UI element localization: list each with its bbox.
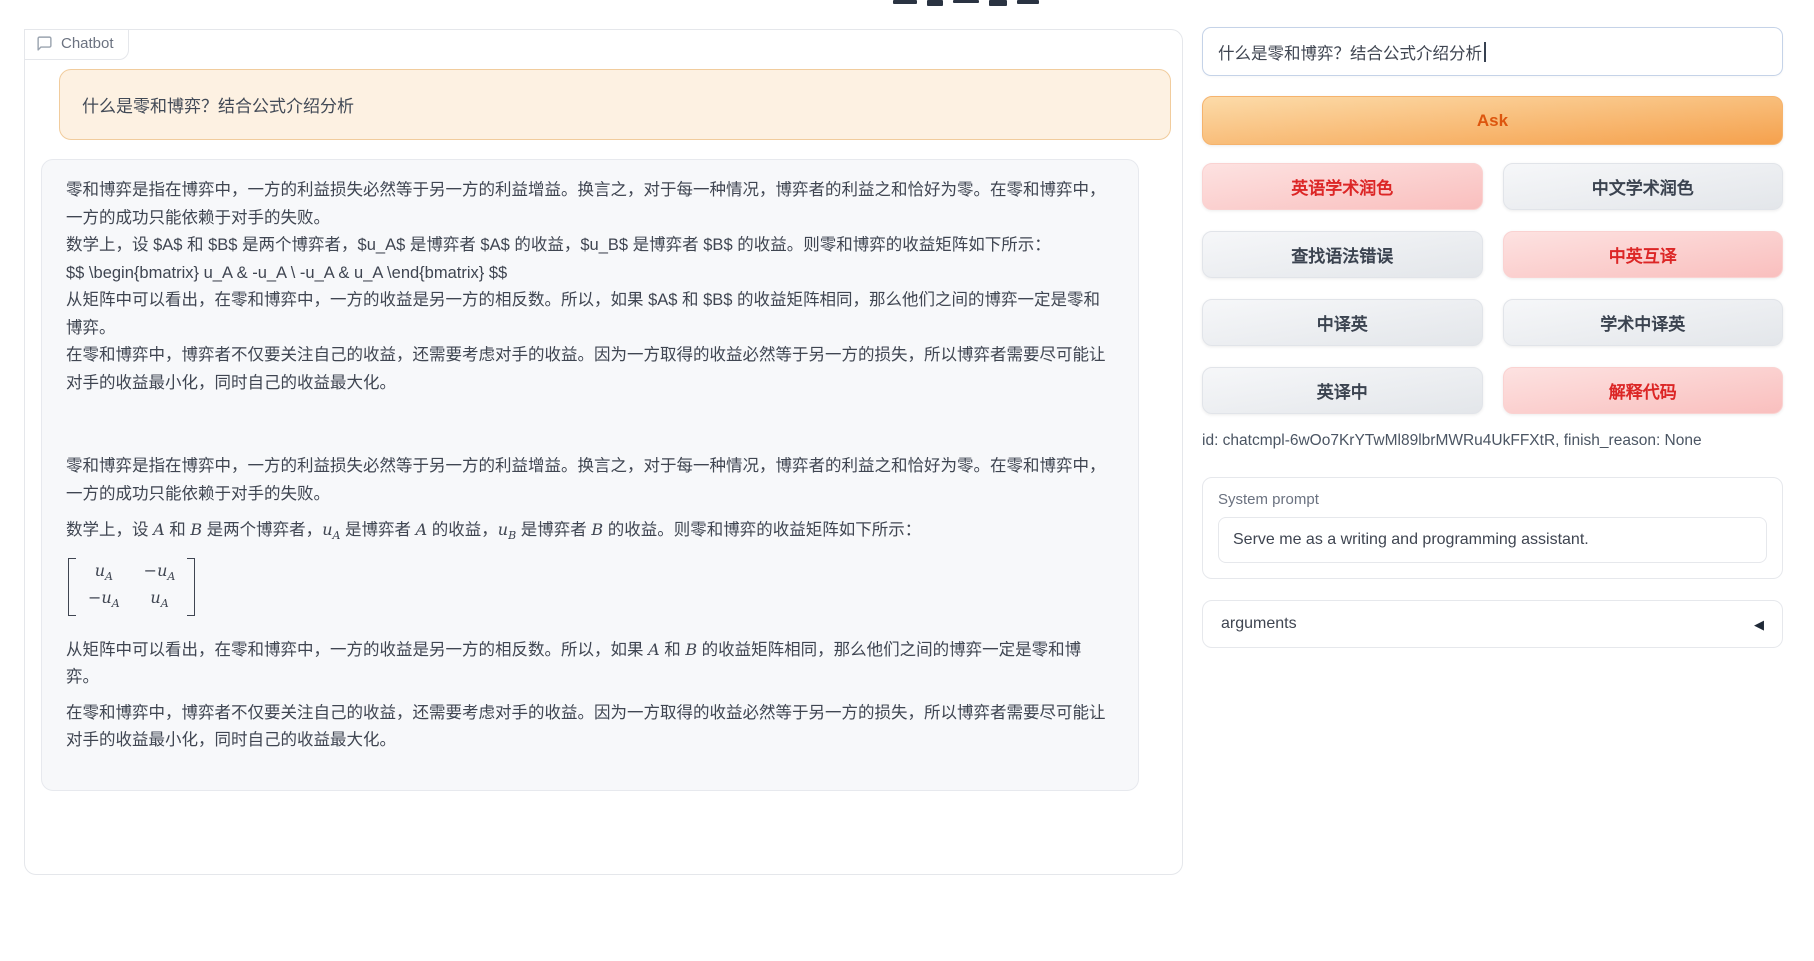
system-prompt-label: System prompt xyxy=(1218,491,1767,508)
math-symbol: A xyxy=(416,520,428,539)
chat-messages: 什么是零和博弈？结合公式介绍分析 零和博弈是指在博弈中，一方的利益损失必然等于另… xyxy=(25,30,1182,874)
math-symbol: uA xyxy=(150,588,168,607)
user-message-text: 什么是零和博弈？结合公式介绍分析 xyxy=(82,92,354,117)
bot-rendered-block: 零和博弈是指在博弈中，一方的利益损失必然等于另一方的利益增益。换言之，对于每一种… xyxy=(66,453,1112,755)
bot-paragraph: 从矩阵中可以看出，在零和博弈中，一方的收益是另一方的相反数。所以，如果 A 和 … xyxy=(66,636,1112,692)
payoff-matrix: uA −uA −uA uA xyxy=(68,558,1112,626)
quick-action-grid: 英语学术润色中文学术润色查找语法错误中英互译中译英学术中译英英译中解释代码 xyxy=(1202,163,1783,414)
chatbot-panel: Chatbot 什么是零和博弈？结合公式介绍分析 零和博弈是指在博弈中，一方的利… xyxy=(24,29,1183,875)
quick-action-button-5[interactable]: 中译英 xyxy=(1202,299,1483,346)
bot-paragraph: 数学上，设 $A$ 和 $B$ 是两个博弈者，$u_A$ 是博弈者 $A$ 的收… xyxy=(66,232,1112,260)
quick-action-button-1[interactable]: 英语学术润色 xyxy=(1202,163,1483,210)
completion-status-text: id: chatcmpl-6wOo7KrYTwMl89lbrMWRu4UkFFX… xyxy=(1202,432,1783,450)
math-symbol: −uA xyxy=(88,588,120,607)
text-cursor xyxy=(1484,42,1486,62)
quick-action-button-7[interactable]: 英译中 xyxy=(1202,367,1483,414)
question-input-value: 什么是零和博弈？结合公式介绍分析 xyxy=(1218,40,1482,64)
bot-paragraph: 在零和博弈中，博弈者不仅要关注自己的收益，还需要考虑对手的收益。因为一方取得的收… xyxy=(66,342,1112,397)
math-symbol: uA xyxy=(322,520,340,539)
math-symbol: A xyxy=(648,640,660,659)
math-symbol: B xyxy=(190,520,202,539)
arguments-accordion-label: arguments xyxy=(1221,615,1297,633)
math-symbol: B xyxy=(591,520,603,539)
user-message-bubble: 什么是零和博弈？结合公式介绍分析 xyxy=(59,69,1171,140)
bot-paragraph: 从矩阵中可以看出，在零和博弈中，一方的收益是另一方的相反数。所以，如果 $A$ … xyxy=(66,287,1112,342)
arguments-accordion[interactable]: arguments ◀ xyxy=(1202,600,1783,648)
question-input[interactable]: 什么是零和博弈？结合公式介绍分析 xyxy=(1202,27,1783,76)
app: Chatbot 什么是零和博弈？结合公式介绍分析 零和博弈是指在博弈中，一方的利… xyxy=(0,0,1814,961)
collapse-arrow-icon: ◀ xyxy=(1754,618,1764,631)
math-symbol: uA xyxy=(95,561,113,580)
bot-paragraph: 零和博弈是指在博弈中，一方的利益损失必然等于另一方的利益增益。换言之，对于每一种… xyxy=(66,453,1112,508)
bot-paragraph: 数学上，设 A 和 B 是两个博弈者，uA 是博弈者 A 的收益，uB 是博弈者… xyxy=(66,516,1112,550)
bot-raw-markdown-block: 零和博弈是指在博弈中，一方的利益损失必然等于另一方的利益增益。换言之，对于每一种… xyxy=(66,177,1112,397)
ask-button[interactable]: Ask xyxy=(1202,96,1783,145)
quick-action-button-6[interactable]: 学术中译英 xyxy=(1503,299,1784,346)
math-symbol: A xyxy=(153,520,165,539)
clipped-page-title xyxy=(893,0,1043,7)
quick-action-button-2[interactable]: 中文学术润色 xyxy=(1503,163,1784,210)
quick-action-button-4[interactable]: 中英互译 xyxy=(1503,231,1784,278)
math-symbol: B xyxy=(685,640,697,659)
system-prompt-group: System prompt Serve me as a writing and … xyxy=(1202,477,1783,579)
quick-action-button-8[interactable]: 解释代码 xyxy=(1503,367,1784,414)
bot-paragraph: 零和博弈是指在博弈中，一方的利益损失必然等于另一方的利益增益。换言之，对于每一种… xyxy=(66,177,1112,232)
math-symbol: −uA xyxy=(144,561,176,580)
math-symbol: uB xyxy=(498,520,516,539)
controls-column: 什么是零和博弈？结合公式介绍分析 Ask 英语学术润色中文学术润色查找语法错误中… xyxy=(1202,27,1783,648)
bot-paragraph: 在零和博弈中，博弈者不仅要关注自己的收益，还需要考虑对手的收益。因为一方取得的收… xyxy=(66,700,1112,755)
system-prompt-input[interactable]: Serve me as a writing and programming as… xyxy=(1218,517,1767,563)
bot-message-bubble: 零和博弈是指在博弈中，一方的利益损失必然等于另一方的利益增益。换言之，对于每一种… xyxy=(41,159,1139,791)
bot-paragraph: $$ \begin{bmatrix} u_A & -u_A \ -u_A & u… xyxy=(66,260,1112,288)
bot-block-spacer xyxy=(66,397,1112,453)
quick-action-button-3[interactable]: 查找语法错误 xyxy=(1202,231,1483,278)
